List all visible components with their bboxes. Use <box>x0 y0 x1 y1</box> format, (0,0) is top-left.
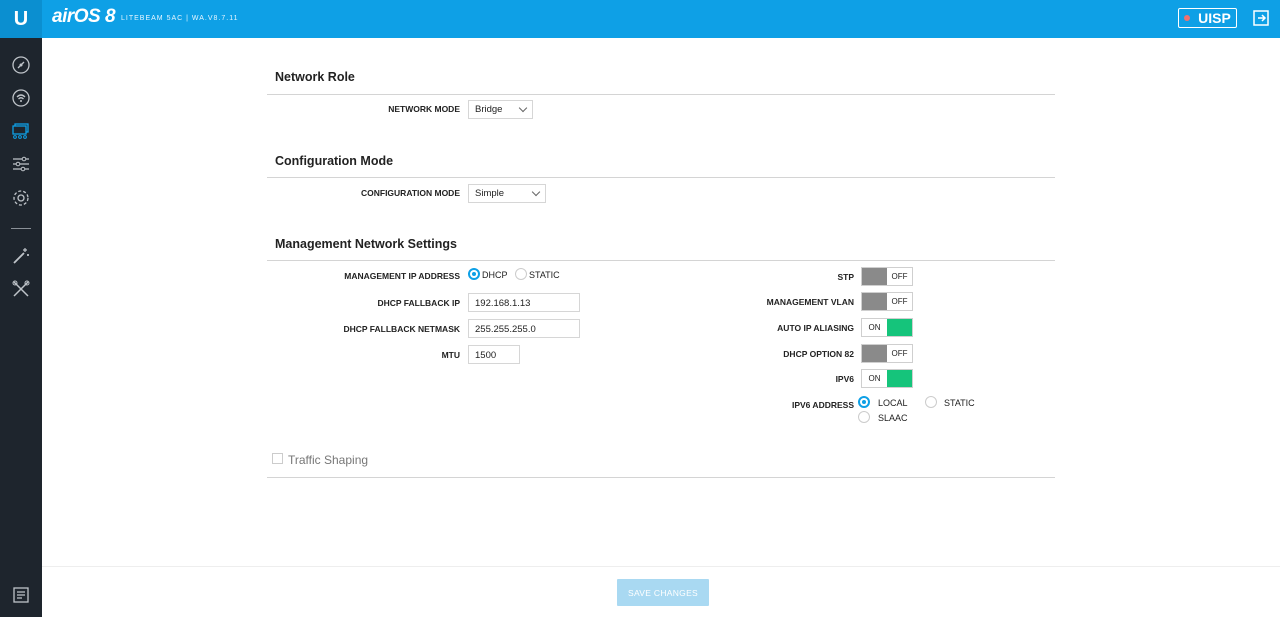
dhcp-fallback-netmask-input[interactable]: 255.255.255.0 <box>468 319 580 338</box>
wireless-icon[interactable] <box>11 88 31 108</box>
sidebar <box>0 38 42 617</box>
network-icon[interactable] <box>11 121 31 141</box>
auto-ip-aliasing-label: AUTO IP ALIASING <box>777 323 854 333</box>
ipv6-local-label: LOCAL <box>878 398 908 408</box>
ipv6-slaac-label: SLAAC <box>878 413 908 423</box>
top-bar: U airOS 8 LITEBEAM 5AC | WA.V8.7.11 UISP <box>0 0 1280 38</box>
utilities-icon[interactable] <box>11 279 31 299</box>
configuration-mode-value: Simple <box>475 188 505 199</box>
traffic-shaping-label[interactable]: Traffic Shaping <box>288 453 368 467</box>
logout-icon[interactable] <box>1253 10 1269 26</box>
chevron-down-icon <box>518 103 528 113</box>
configuration-mode-label: CONFIGURATION MODE <box>360 188 460 198</box>
stp-toggle[interactable]: OFF <box>861 267 913 286</box>
stp-label: STP <box>837 272 854 282</box>
mtu-label: MTU <box>441 350 460 360</box>
divider <box>267 177 1055 178</box>
static-radio[interactable] <box>515 268 527 280</box>
device-info: LITEBEAM 5AC | WA.V8.7.11 <box>121 15 239 22</box>
dhcp-fallback-netmask-label: DHCP FALLBACK NETMASK <box>343 324 460 334</box>
dhcp-fallback-ip-input[interactable]: 192.168.1.13 <box>468 293 580 312</box>
ipv6-static-radio[interactable] <box>925 396 937 408</box>
management-vlan-label: MANAGEMENT VLAN <box>766 297 854 307</box>
management-ip-label: MANAGEMENT IP ADDRESS <box>344 271 460 281</box>
tools-wand-icon[interactable] <box>11 246 31 266</box>
configuration-mode-title: Configuration Mode <box>275 154 394 168</box>
auto-ip-aliasing-toggle[interactable]: ON <box>861 318 913 337</box>
configuration-mode-select[interactable]: Simple <box>468 184 546 203</box>
network-mode-label: NETWORK MODE <box>388 104 460 114</box>
dhcp-option-82-toggle[interactable]: OFF <box>861 344 913 363</box>
auto-ip-aliasing-state: ON <box>868 323 881 332</box>
sidebar-divider <box>11 228 31 229</box>
uisp-label: UISP <box>1198 10 1231 26</box>
dhcp-fallback-ip-label: DHCP FALLBACK IP <box>377 298 461 308</box>
dhcp-radio-label: DHCP <box>482 270 508 280</box>
chevron-down-icon <box>531 187 541 197</box>
brand-name: airOS 8 <box>52 6 116 27</box>
dashboard-icon[interactable] <box>11 55 31 75</box>
log-icon[interactable] <box>11 585 31 605</box>
static-radio-label: STATIC <box>529 270 560 280</box>
uisp-status-icon <box>1184 15 1191 21</box>
ipv6-label: IPV6 <box>835 374 854 384</box>
divider <box>267 477 1055 478</box>
uisp-button[interactable]: UISP <box>1178 8 1237 28</box>
ipv6-static-label: STATIC <box>944 398 975 408</box>
save-changes-button[interactable]: SAVE CHANGES <box>617 579 709 606</box>
network-mode-value: Bridge <box>475 104 503 115</box>
system-icon[interactable] <box>11 188 31 208</box>
mtu-input[interactable]: 1500 <box>468 345 520 364</box>
footer-divider <box>42 566 1280 567</box>
network-mode-select[interactable]: Bridge <box>468 100 533 119</box>
traffic-shaping-checkbox[interactable] <box>272 453 283 464</box>
dhcp-radio[interactable] <box>468 268 480 280</box>
logo-letter: U <box>13 7 29 30</box>
ipv6-address-label: IPV6 ADDRESS <box>791 400 854 410</box>
ubiquiti-logo[interactable]: U <box>0 0 42 38</box>
dhcp-option-82-label: DHCP OPTION 82 <box>783 349 854 359</box>
ipv6-state: ON <box>868 374 881 383</box>
stp-state: OFF <box>891 272 908 281</box>
management-vlan-toggle[interactable]: OFF <box>861 292 913 311</box>
network-role-title: Network Role <box>275 70 355 84</box>
divider <box>267 94 1055 95</box>
services-icon[interactable] <box>11 154 31 174</box>
main-content <box>42 38 1280 617</box>
management-title: Management Network Settings <box>275 237 457 251</box>
dhcp-option-82-state: OFF <box>891 349 908 358</box>
management-vlan-state: OFF <box>891 297 908 306</box>
ipv6-local-radio[interactable] <box>858 396 870 408</box>
divider <box>267 260 1055 261</box>
ipv6-toggle[interactable]: ON <box>861 369 913 388</box>
ipv6-slaac-radio[interactable] <box>858 411 870 423</box>
